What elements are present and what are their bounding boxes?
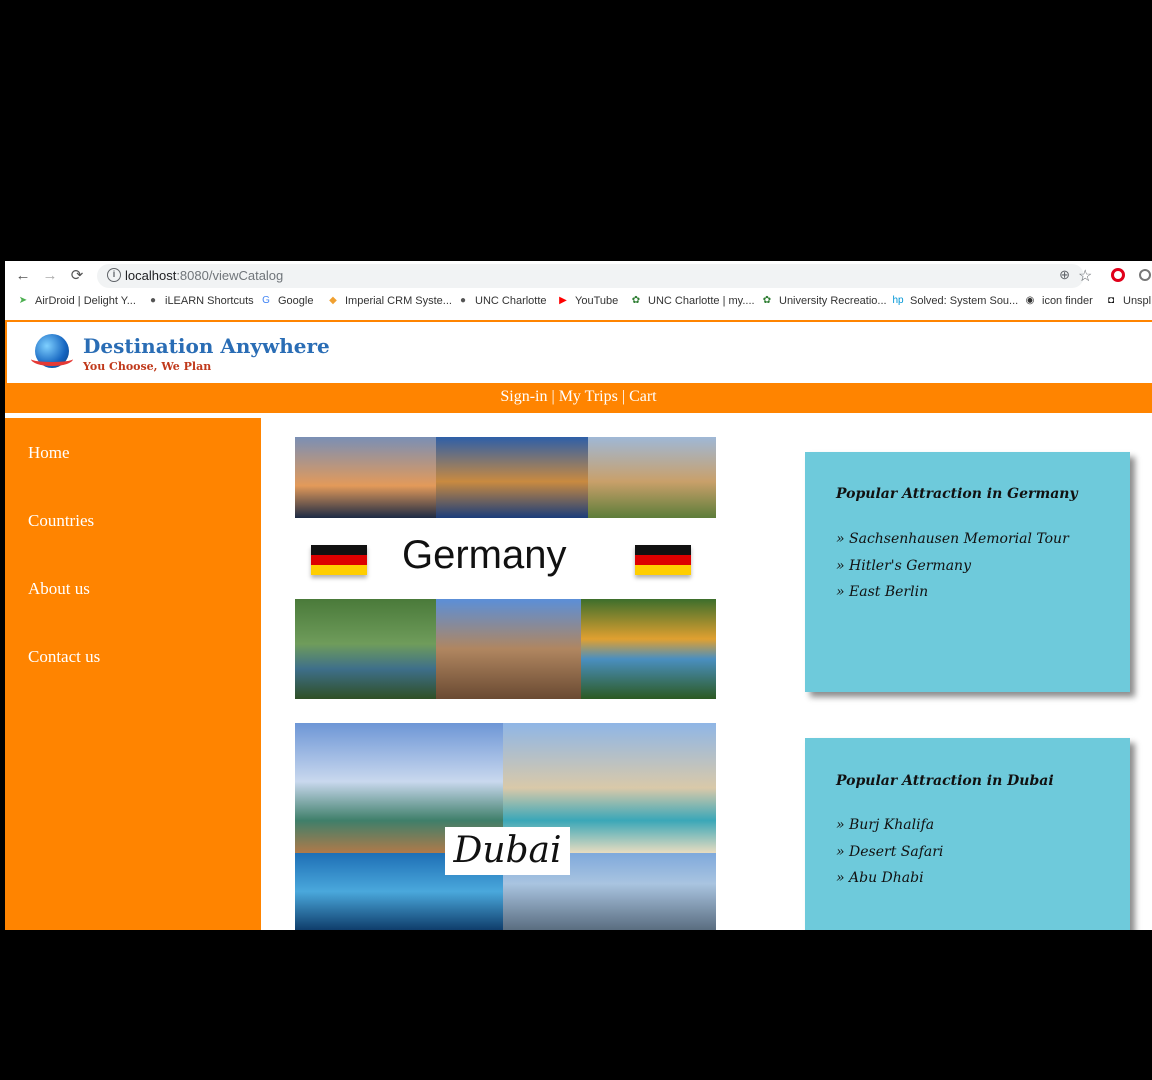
browser-toolbar: ← → ⟳ i localhost:8080/viewCatalog ⊕ ☆ [5,261,1152,291]
nav-separator: | [551,388,555,405]
card-title: Popular Attraction in Germany [836,486,1078,502]
dubai-collage-image[interactable]: Dubai [295,723,716,930]
reload-icon[interactable]: ⟳ [67,266,87,286]
bookmark-item[interactable]: ◘ Unspl [1105,295,1151,307]
sidebar-item-about-us[interactable]: About us [28,579,90,599]
logo-swoosh [31,352,73,366]
bookmark-star-icon[interactable]: ☆ [1078,266,1092,286]
list-item[interactable]: Burj Khalifa [836,817,943,844]
bookmark-item[interactable]: ● UNC Charlotte [457,295,547,307]
bookmark-label: icon finder [1042,295,1093,307]
camera-icon: ◘ [1107,295,1115,306]
iconfinder-icon: ◉ [1025,295,1035,306]
attraction-list: Sachsenhausen Memorial Tour Hitler's Ger… [836,531,1069,611]
address-bar[interactable]: i localhost:8080/viewCatalog ⊕ [97,264,1084,288]
bookmark-item[interactable]: ◆ Imperial CRM Syste... [327,295,452,307]
bookmark-label: YouTube [575,295,619,307]
list-item[interactable]: East Berlin [836,584,1069,611]
bookmark-label: AirDroid | Delight Y... [35,295,136,307]
bookmark-label: Unspl [1123,295,1152,307]
attraction-card-germany: Popular Attraction in Germany Sachsenhau… [805,452,1130,692]
airdroid-icon: ➤ [18,295,28,306]
bookmark-item[interactable]: ◉ icon finder [1024,295,1093,307]
bamberg-town-photo [588,437,716,518]
list-item[interactable]: Sachsenhausen Memorial Tour [836,531,1069,558]
bookmark-item[interactable]: ▶ YouTube [557,295,618,307]
cart-link[interactable]: Cart [629,388,657,405]
german-flag-icon [635,545,691,575]
bookmark-item[interactable]: hp Solved: System Sou... [892,295,1018,307]
site-header: Destination Anywhere You Choose, We Plan [5,320,1152,383]
unc-icon: ✿ [762,295,772,306]
bookmark-label: iLEARN Shortcuts [165,295,254,307]
bookmark-item[interactable]: ➤ AirDroid | Delight Y... [17,295,136,307]
hp-icon: hp [892,295,904,306]
sidebar-item-countries[interactable]: Countries [28,511,94,531]
cologne-bridge-photo [436,437,588,518]
my-trips-link[interactable]: My Trips [559,388,618,405]
bookmark-item[interactable]: ● iLEARN Shortcuts [147,295,254,307]
youtube-icon: ▶ [559,295,567,306]
logo-title[interactable]: Destination Anywhere [83,334,330,358]
globe-icon: ● [459,295,467,306]
opera-extension-icon[interactable] [1111,268,1125,282]
logo-tagline: You Choose, We Plan [83,360,212,373]
list-item[interactable]: Hitler's Germany [836,558,1069,585]
google-icon: G [262,295,270,306]
back-arrow-icon[interactable]: ← [13,266,33,286]
nav-separator: | [621,388,626,405]
lake-forest-photo [295,599,436,699]
list-item[interactable]: Desert Safari [836,844,943,871]
bookmark-label: Solved: System Sou... [910,295,1019,307]
attraction-list: Burj Khalifa Desert Safari Abu Dhabi [836,817,943,897]
bookmarks-bar: ➤ AirDroid | Delight Y... ● iLEARN Shortcut… [5,291,1152,315]
country-title-dubai: Dubai [445,827,570,875]
browser-window: ← → ⟳ i localhost:8080/viewCatalog ⊕ ☆ ➤… [5,261,1152,930]
site-info-icon[interactable]: i [107,268,121,282]
bookmark-item[interactable]: ✿ University Recreatio... [761,295,887,307]
country-title-germany: Germany [402,533,567,577]
bookmark-item[interactable]: ✿ UNC Charlotte | my.... [630,295,755,307]
german-flag-icon [311,545,367,575]
bookmark-label: UNC Charlotte [475,295,547,307]
sidebar: Home Countries About us Contact us [5,418,261,930]
url-text[interactable]: localhost:8080/viewCatalog [125,268,283,283]
globe-icon: ● [149,295,157,306]
list-item[interactable]: Abu Dhabi [836,870,943,897]
germany-collage-image[interactable]: Germany [295,437,716,699]
top-nav: Sign-in | My Trips | Cart [5,383,1152,413]
unc-icon: ✿ [631,295,641,306]
frankfurt-skyline-photo [295,437,436,518]
crm-icon: ◆ [329,295,337,306]
wuppertal-train-photo [581,599,716,699]
bookmark-label: Imperial CRM Syste... [345,295,452,307]
forward-arrow-icon[interactable]: → [40,266,60,286]
bookmark-item[interactable]: G Google [260,295,313,307]
bookmark-label: UNC Charlotte | my.... [648,295,755,307]
card-title: Popular Attraction in Dubai [836,773,1054,789]
attraction-card-dubai: Popular Attraction in Dubai Burj Khalifa… [805,738,1130,930]
zoom-icon[interactable]: ⊕ [1059,267,1070,283]
sidebar-item-contact-us[interactable]: Contact us [28,647,100,667]
sidebar-item-home[interactable]: Home [28,443,70,463]
bookmark-label: University Recreatio... [779,295,887,307]
signin-link[interactable]: Sign-in [500,388,547,405]
extension-icon[interactable] [1139,269,1151,281]
munich-townhall-photo [436,599,581,699]
bookmark-label: Google [278,295,314,307]
